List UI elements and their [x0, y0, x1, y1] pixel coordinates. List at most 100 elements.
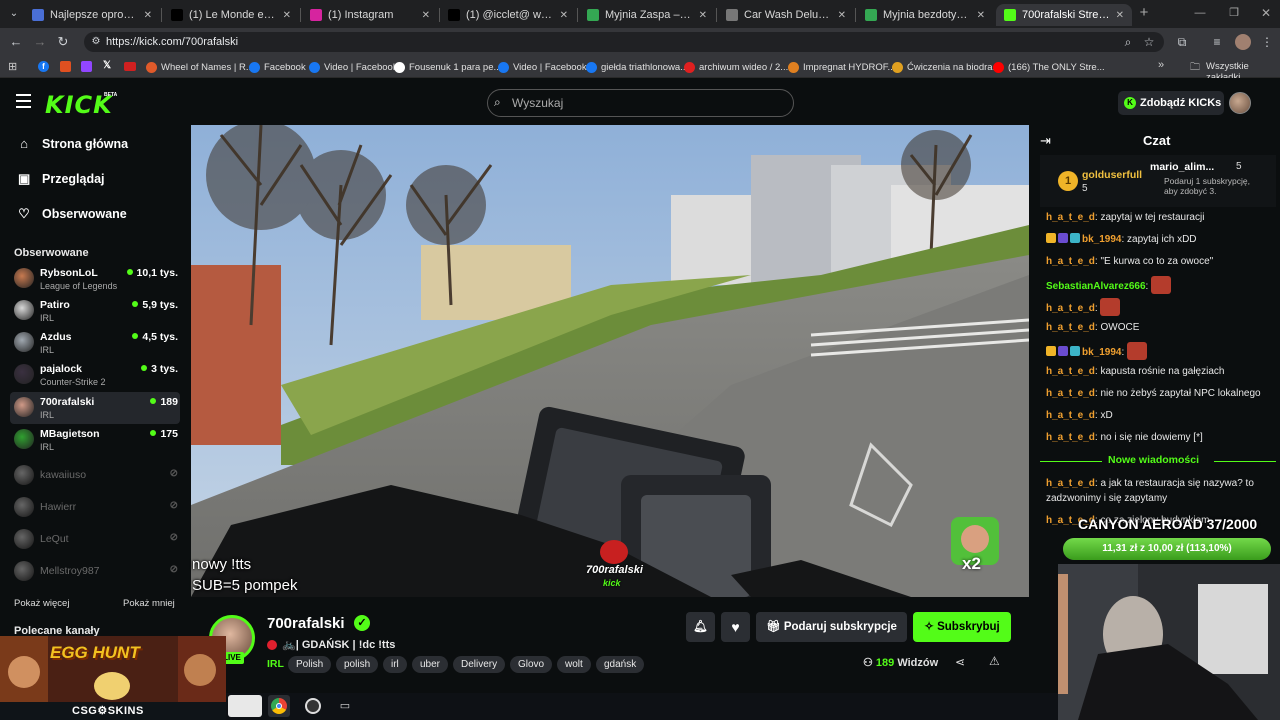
- tab-search-icon[interactable]: ⌄: [4, 4, 24, 24]
- browser-tab[interactable]: Myjnia bezdotykowa BP – ✕: [857, 4, 993, 26]
- close-tab-icon[interactable]: ✕: [422, 10, 430, 21]
- follow-button[interactable]: ♥: [721, 612, 750, 642]
- stream-tag[interactable]: irl: [383, 656, 407, 673]
- browser-tab[interactable]: Car Wash Delux – myjnia ✕: [718, 4, 854, 26]
- stream-tag[interactable]: Delivery: [453, 656, 506, 673]
- sidebar-channel[interactable]: Azdus IRL 4,5 tys.: [10, 327, 180, 359]
- chat-username[interactable]: h_a_t_e_d: [1046, 256, 1095, 267]
- bookmark-star-icon[interactable]: ☆: [1139, 32, 1159, 52]
- chat-username[interactable]: h_a_t_e_d: [1046, 432, 1095, 443]
- twitch-icon[interactable]: [81, 61, 92, 72]
- close-tab-icon[interactable]: ✕: [144, 10, 152, 21]
- apps-grid-icon[interactable]: ⊞: [8, 60, 17, 73]
- nav-home[interactable]: ⌂ Strona główna: [18, 136, 128, 151]
- sidebar-channel[interactable]: 700rafalski IRL 189: [10, 392, 180, 424]
- browser-tab[interactable]: (1) Le Monde est Gruel w ✕: [163, 4, 299, 26]
- nav-browse[interactable]: ▣ Przeglądaj: [18, 171, 105, 187]
- more-bookmarks-icon[interactable]: »: [1158, 59, 1164, 71]
- stream-tag[interactable]: Glovo: [510, 656, 553, 673]
- notifications-button[interactable]: 🔔︎: [686, 612, 715, 642]
- browser-tab[interactable]: 700rafalski Stream - V ✕: [996, 4, 1132, 26]
- bookmark-item[interactable]: Video | Facebook: [309, 59, 398, 75]
- chat-username[interactable]: h_a_t_e_d: [1046, 388, 1095, 399]
- sidebar-channel[interactable]: MBagietson IRL 175: [10, 424, 180, 456]
- channel-name[interactable]: 700rafalski: [267, 615, 345, 632]
- facebook-icon[interactable]: f: [38, 61, 49, 72]
- chat-username[interactable]: bk_1994: [1082, 347, 1121, 358]
- media-controls-icon[interactable]: ≡: [1207, 32, 1227, 52]
- gift-sub-button[interactable]: 🎁︎ Podaruj subskrypcje: [756, 612, 907, 642]
- minimize-icon[interactable]: —: [1190, 3, 1210, 23]
- bookmark-item[interactable]: Video | Facebook: [498, 59, 587, 75]
- extensions-icon[interactable]: ⧉: [1172, 32, 1192, 52]
- user-avatar[interactable]: [1229, 92, 1251, 114]
- category-link[interactable]: IRL: [267, 658, 284, 670]
- taskbar-blank-window[interactable]: [228, 695, 262, 717]
- bookmark-item[interactable]: Impregnat HYDROF...: [788, 59, 895, 75]
- sidebar-channel[interactable]: kawaiiuso ⊘: [10, 460, 180, 492]
- chat-username[interactable]: h_a_t_e_d: [1046, 366, 1095, 377]
- kick-logo[interactable]: KICK: [45, 91, 113, 119]
- sidebar-channel[interactable]: Patiro IRL 5,9 tys.: [10, 295, 180, 327]
- browser-tab[interactable]: (1) @icclet@ w serwisie X ✕: [440, 4, 576, 26]
- show-less-link[interactable]: Pokaż mniej: [123, 598, 175, 609]
- chat-username[interactable]: h_a_t_e_d: [1046, 322, 1095, 333]
- obs-taskbar-icon[interactable]: [302, 695, 324, 717]
- top-gifter-name[interactable]: golduserfull: [1082, 169, 1142, 181]
- close-tab-icon[interactable]: ✕: [699, 10, 707, 21]
- chat-username[interactable]: h_a_t_e_d: [1046, 212, 1095, 223]
- bookmark-favicon-icon[interactable]: [124, 62, 136, 71]
- terminal-taskbar-icon[interactable]: ▭: [334, 695, 356, 717]
- gift-prompt[interactable]: Podaruj 1 subskrypcję, aby zdobyć 3.: [1164, 176, 1260, 196]
- bookmark-item[interactable]: Wheel of Names | R...: [146, 59, 254, 75]
- sidebar-channel[interactable]: Mellstroy987 ⊘: [10, 556, 180, 588]
- bookmark-item[interactable]: archiwum wideo / 2...: [684, 59, 788, 75]
- chat-username[interactable]: bk_1994: [1082, 234, 1121, 245]
- stream-tag[interactable]: uber: [412, 656, 449, 673]
- new-tab-icon[interactable]: +: [1134, 3, 1154, 23]
- bookmark-item[interactable]: giełda triathlonowa...: [586, 59, 688, 75]
- close-tab-icon[interactable]: ✕: [838, 10, 846, 21]
- close-window-icon[interactable]: ✕: [1256, 3, 1276, 23]
- browser-tab[interactable]: (1) Instagram ✕: [302, 4, 438, 26]
- browser-tab[interactable]: Myjnia Zaspa – Mapy Goo ✕: [579, 4, 715, 26]
- gifter-name[interactable]: mario_alim...: [1150, 161, 1214, 173]
- browser-tab[interactable]: Najlepsze oprogramowa ✕: [24, 4, 160, 26]
- chat-username[interactable]: SebastianAlvarez666: [1046, 281, 1146, 292]
- forward-icon[interactable]: →: [30, 32, 50, 52]
- profile-avatar-icon[interactable]: [1235, 34, 1251, 50]
- back-icon[interactable]: ←: [6, 32, 26, 52]
- report-icon[interactable]: ⚠: [989, 654, 1000, 668]
- bookmark-item[interactable]: Fousenuk 1 para pe...: [394, 59, 501, 75]
- stream-tag[interactable]: wolt: [557, 656, 591, 673]
- address-bar[interactable]: https://kick.com/700rafalski: [84, 32, 1164, 52]
- bookmark-item[interactable]: Facebook: [249, 59, 306, 75]
- sidebar-channel[interactable]: pajalock Counter-Strike 2 3 tys.: [10, 359, 180, 391]
- bookmark-favicon-icon[interactable]: [60, 61, 71, 72]
- search-input[interactable]: Wyszukaj: [487, 89, 794, 117]
- chrome-taskbar-icon[interactable]: [268, 695, 290, 717]
- stream-tag[interactable]: Polish: [288, 656, 332, 673]
- maximize-icon[interactable]: ❐: [1224, 3, 1244, 23]
- chat-username[interactable]: h_a_t_e_d: [1046, 478, 1095, 489]
- collapse-chat-icon[interactable]: ⇥: [1040, 133, 1051, 149]
- sidebar-channel[interactable]: Hawierr ⊘: [10, 492, 180, 524]
- stream-tag[interactable]: polish: [336, 656, 379, 673]
- menu-hamburger-icon[interactable]: [16, 94, 31, 108]
- close-tab-icon[interactable]: ✕: [1116, 10, 1124, 21]
- chat-username[interactable]: h_a_t_e_d: [1046, 303, 1095, 314]
- stream-tag[interactable]: gdańsk: [596, 656, 645, 673]
- share-icon[interactable]: ⋖: [955, 655, 965, 669]
- chat-username[interactable]: h_a_t_e_d: [1046, 410, 1095, 421]
- close-tab-icon[interactable]: ✕: [283, 10, 291, 21]
- reload-icon[interactable]: ↻: [53, 32, 73, 52]
- close-tab-icon[interactable]: ✕: [560, 10, 568, 21]
- bookmark-item[interactable]: Ćwiczenia na biodra...: [892, 59, 1000, 75]
- close-tab-icon[interactable]: ✕: [977, 10, 985, 21]
- chrome-menu-icon[interactable]: ⋮: [1257, 32, 1277, 52]
- sidebar-channel[interactable]: LeQut ⊘: [10, 524, 180, 556]
- zoom-icon[interactable]: ⌕: [1118, 32, 1138, 52]
- nav-following[interactable]: ♡ Obserwowane: [18, 206, 127, 222]
- site-info-icon[interactable]: ⚙: [86, 32, 106, 52]
- bookmark-item[interactable]: (166) The ONLY Stre...: [993, 59, 1105, 75]
